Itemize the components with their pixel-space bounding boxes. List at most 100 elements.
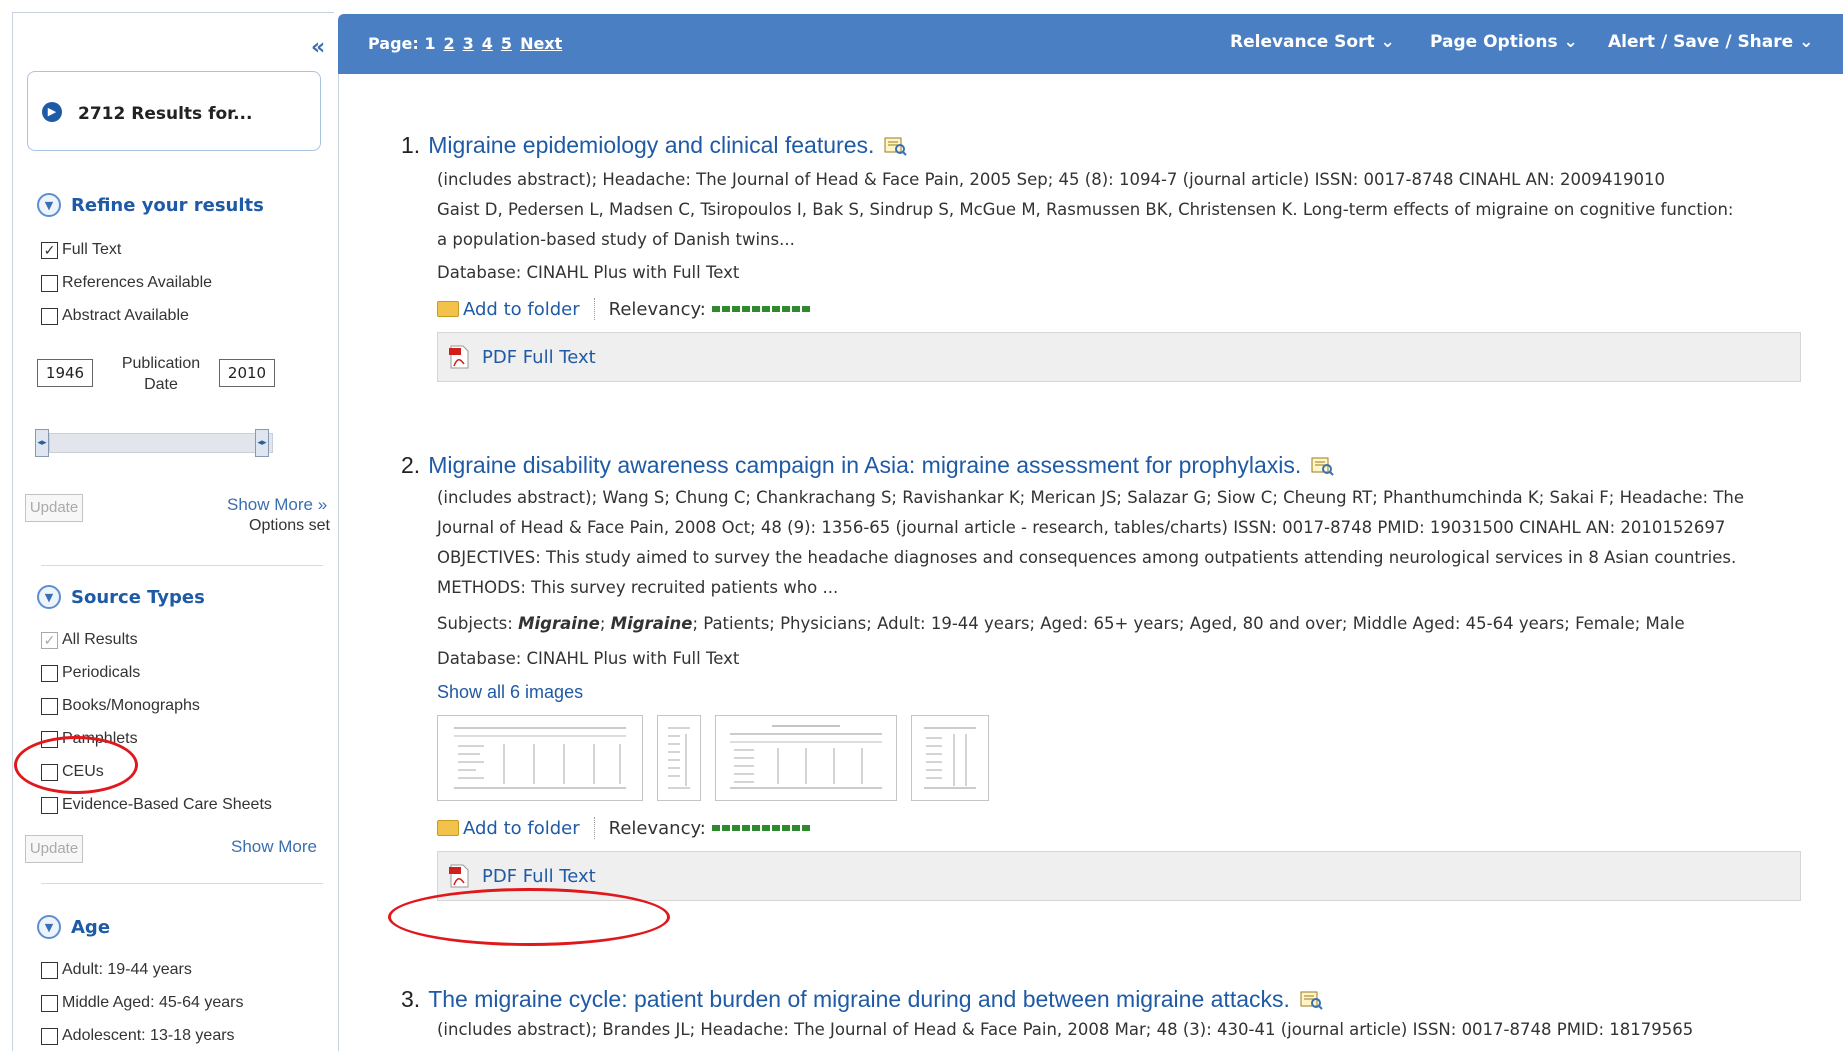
pdf-icon[interactable]	[448, 863, 470, 889]
relevance-sort-dropdown[interactable]: Relevance Sort ⌄	[1230, 32, 1395, 52]
alert-save-share-dropdown[interactable]: Alert / Save / Share ⌄	[1608, 32, 1813, 52]
source-evidence-based-care-sheets[interactable]: Evidence-Based Care Sheets	[41, 796, 272, 814]
slider-handle-left[interactable]: ◂▸	[35, 429, 49, 457]
citation-line: OBJECTIVES: This study aimed to survey t…	[437, 548, 1737, 567]
result-number: 3.	[401, 986, 421, 1012]
date-range-slider[interactable]	[49, 433, 273, 453]
checkbox-age-middle-aged[interactable]	[41, 994, 58, 1012]
filter-references-available[interactable]: References Available	[41, 274, 212, 292]
show-more-link[interactable]: Show More »	[227, 495, 327, 515]
source-books-monographs[interactable]: Books/Monographs	[41, 697, 200, 715]
checkbox-pamphlets[interactable]	[41, 730, 58, 748]
age-middle-aged[interactable]: Middle Aged: 45-64 years	[41, 994, 243, 1012]
folder-icon[interactable]	[437, 301, 459, 317]
collapse-sidebar-button[interactable]: «	[311, 35, 325, 60]
result-title-link[interactable]: The migraine cycle: patient burden of mi…	[428, 986, 1290, 1013]
checkbox-references-available[interactable]	[41, 274, 58, 292]
filter-label: Evidence-Based Care Sheets	[62, 796, 272, 813]
source-pamphlets[interactable]: Pamphlets	[41, 730, 138, 748]
image-thumbnail[interactable]	[911, 715, 989, 801]
age-adult[interactable]: Adult: 19-44 years	[41, 961, 192, 979]
pdf-full-text-link[interactable]: PDF Full Text	[482, 347, 596, 368]
checkbox-evidence-based-care-sheets[interactable]	[41, 796, 58, 814]
filter-full-text[interactable]: ✓ Full Text	[41, 241, 121, 259]
page-link-4[interactable]: 4	[482, 34, 493, 53]
page-link-2[interactable]: 2	[444, 34, 455, 53]
preview-icon[interactable]	[882, 136, 908, 156]
source-all-results[interactable]: ✓ All Results	[41, 631, 138, 649]
options-set-label: Options set	[249, 517, 330, 534]
result-number: 2.	[401, 452, 421, 478]
add-to-folder-link[interactable]: Add to folder	[463, 299, 580, 320]
result-database: Database: CINAHL Plus with Full Text	[437, 649, 740, 668]
filter-label: Periodicals	[62, 664, 141, 681]
filter-label: CEUs	[62, 763, 104, 780]
filter-label: All Results	[62, 631, 138, 648]
relevancy-bar	[711, 825, 812, 831]
relevancy-label: Relevancy:	[608, 298, 706, 320]
result-subjects: Subjects: Migraine; Migraine; Patients; …	[437, 614, 1685, 633]
folder-icon[interactable]	[437, 820, 459, 836]
subject-term-link[interactable]: Migraine	[518, 614, 600, 633]
result-item: 1. Migraine epidemiology and clinical fe…	[401, 132, 1801, 382]
pdf-full-text-bar[interactable]: PDF Full Text	[437, 851, 1801, 901]
divider	[41, 565, 323, 566]
chevron-right-icon[interactable]: ▶	[42, 102, 62, 122]
add-to-folder-link[interactable]: Add to folder	[463, 818, 580, 839]
subjects-label: Subjects:	[437, 614, 513, 633]
subject-term-link[interactable]: Migraine	[611, 614, 693, 633]
next-page-link[interactable]: Next	[520, 34, 562, 53]
image-thumbnail[interactable]	[657, 715, 701, 801]
page-options-dropdown[interactable]: Page Options ⌄	[1430, 32, 1578, 52]
result-citation: (includes abstract); Wang S; Chung C; Ch…	[437, 483, 1801, 639]
slider-handle-right[interactable]: ◂▸	[255, 429, 269, 457]
pdf-icon[interactable]	[448, 344, 470, 370]
show-all-images-link[interactable]: Show all 6 images	[437, 682, 1801, 703]
image-thumbnails	[437, 715, 1801, 801]
result-title-link[interactable]: Migraine disability awareness campaign i…	[428, 452, 1301, 479]
source-types-title: Source Types	[71, 586, 205, 608]
show-more-link[interactable]: Show More	[231, 837, 317, 857]
result-item: 3. The migraine cycle: patient burden of…	[401, 986, 1801, 1045]
age-adolescent[interactable]: Adolescent: 13-18 years	[41, 1027, 235, 1045]
age-header[interactable]: ▼ Age	[37, 915, 110, 939]
chevron-down-icon[interactable]: ▼	[37, 915, 61, 939]
source-types-header[interactable]: ▼ Source Types	[37, 585, 205, 609]
filter-label: Adolescent: 13-18 years	[62, 1027, 235, 1044]
source-ceus[interactable]: CEUs	[41, 763, 104, 781]
checkbox-all-results[interactable]: ✓	[41, 631, 58, 649]
chevron-down-icon[interactable]: ▼	[37, 585, 61, 609]
checkbox-periodicals[interactable]	[41, 664, 58, 682]
preview-icon[interactable]	[1309, 456, 1335, 476]
filter-abstract-available[interactable]: Abstract Available	[41, 307, 189, 325]
image-thumbnail[interactable]	[437, 715, 643, 801]
pub-date-to-input[interactable]: 2010	[219, 359, 275, 387]
source-periodicals[interactable]: Periodicals	[41, 664, 140, 682]
results-summary-box: ▶ 2712 Results for...	[27, 71, 321, 151]
filter-label: Full Text	[62, 241, 122, 258]
page-link-3[interactable]: 3	[463, 34, 474, 53]
citation-line: (includes abstract); Wang S; Chung C; Ch…	[437, 488, 1745, 507]
checkbox-full-text[interactable]: ✓	[41, 241, 58, 259]
result-citation: (includes abstract); Brandes JL; Headach…	[437, 1015, 1801, 1045]
pdf-full-text-link[interactable]: PDF Full Text	[482, 866, 596, 887]
checkbox-ceus[interactable]	[41, 763, 58, 781]
checkbox-age-adolescent[interactable]	[41, 1027, 58, 1045]
page-link-5[interactable]: 5	[501, 34, 512, 53]
separator	[593, 298, 595, 320]
results-toolbar: Page: 1 2 3 4 5 Next Relevance Sort ⌄ Pa…	[338, 14, 1843, 74]
update-button[interactable]: Update	[25, 835, 83, 863]
preview-icon[interactable]	[1298, 990, 1324, 1010]
image-thumbnail[interactable]	[715, 715, 897, 801]
checkbox-books-monographs[interactable]	[41, 697, 58, 715]
refine-results-header[interactable]: ▼ Refine your results	[37, 193, 264, 217]
pub-date-from-input[interactable]: 1946	[37, 359, 93, 387]
filter-label: Adult: 19-44 years	[62, 961, 192, 978]
checkbox-age-adult[interactable]	[41, 961, 58, 979]
checkbox-abstract-available[interactable]	[41, 307, 58, 325]
update-button[interactable]: Update	[25, 494, 83, 522]
pdf-full-text-bar[interactable]: PDF Full Text	[437, 332, 1801, 382]
result-title-row: 2. Migraine disability awareness campaig…	[401, 452, 1801, 479]
chevron-down-icon[interactable]: ▼	[37, 193, 61, 217]
result-title-link[interactable]: Migraine epidemiology and clinical featu…	[428, 132, 874, 159]
